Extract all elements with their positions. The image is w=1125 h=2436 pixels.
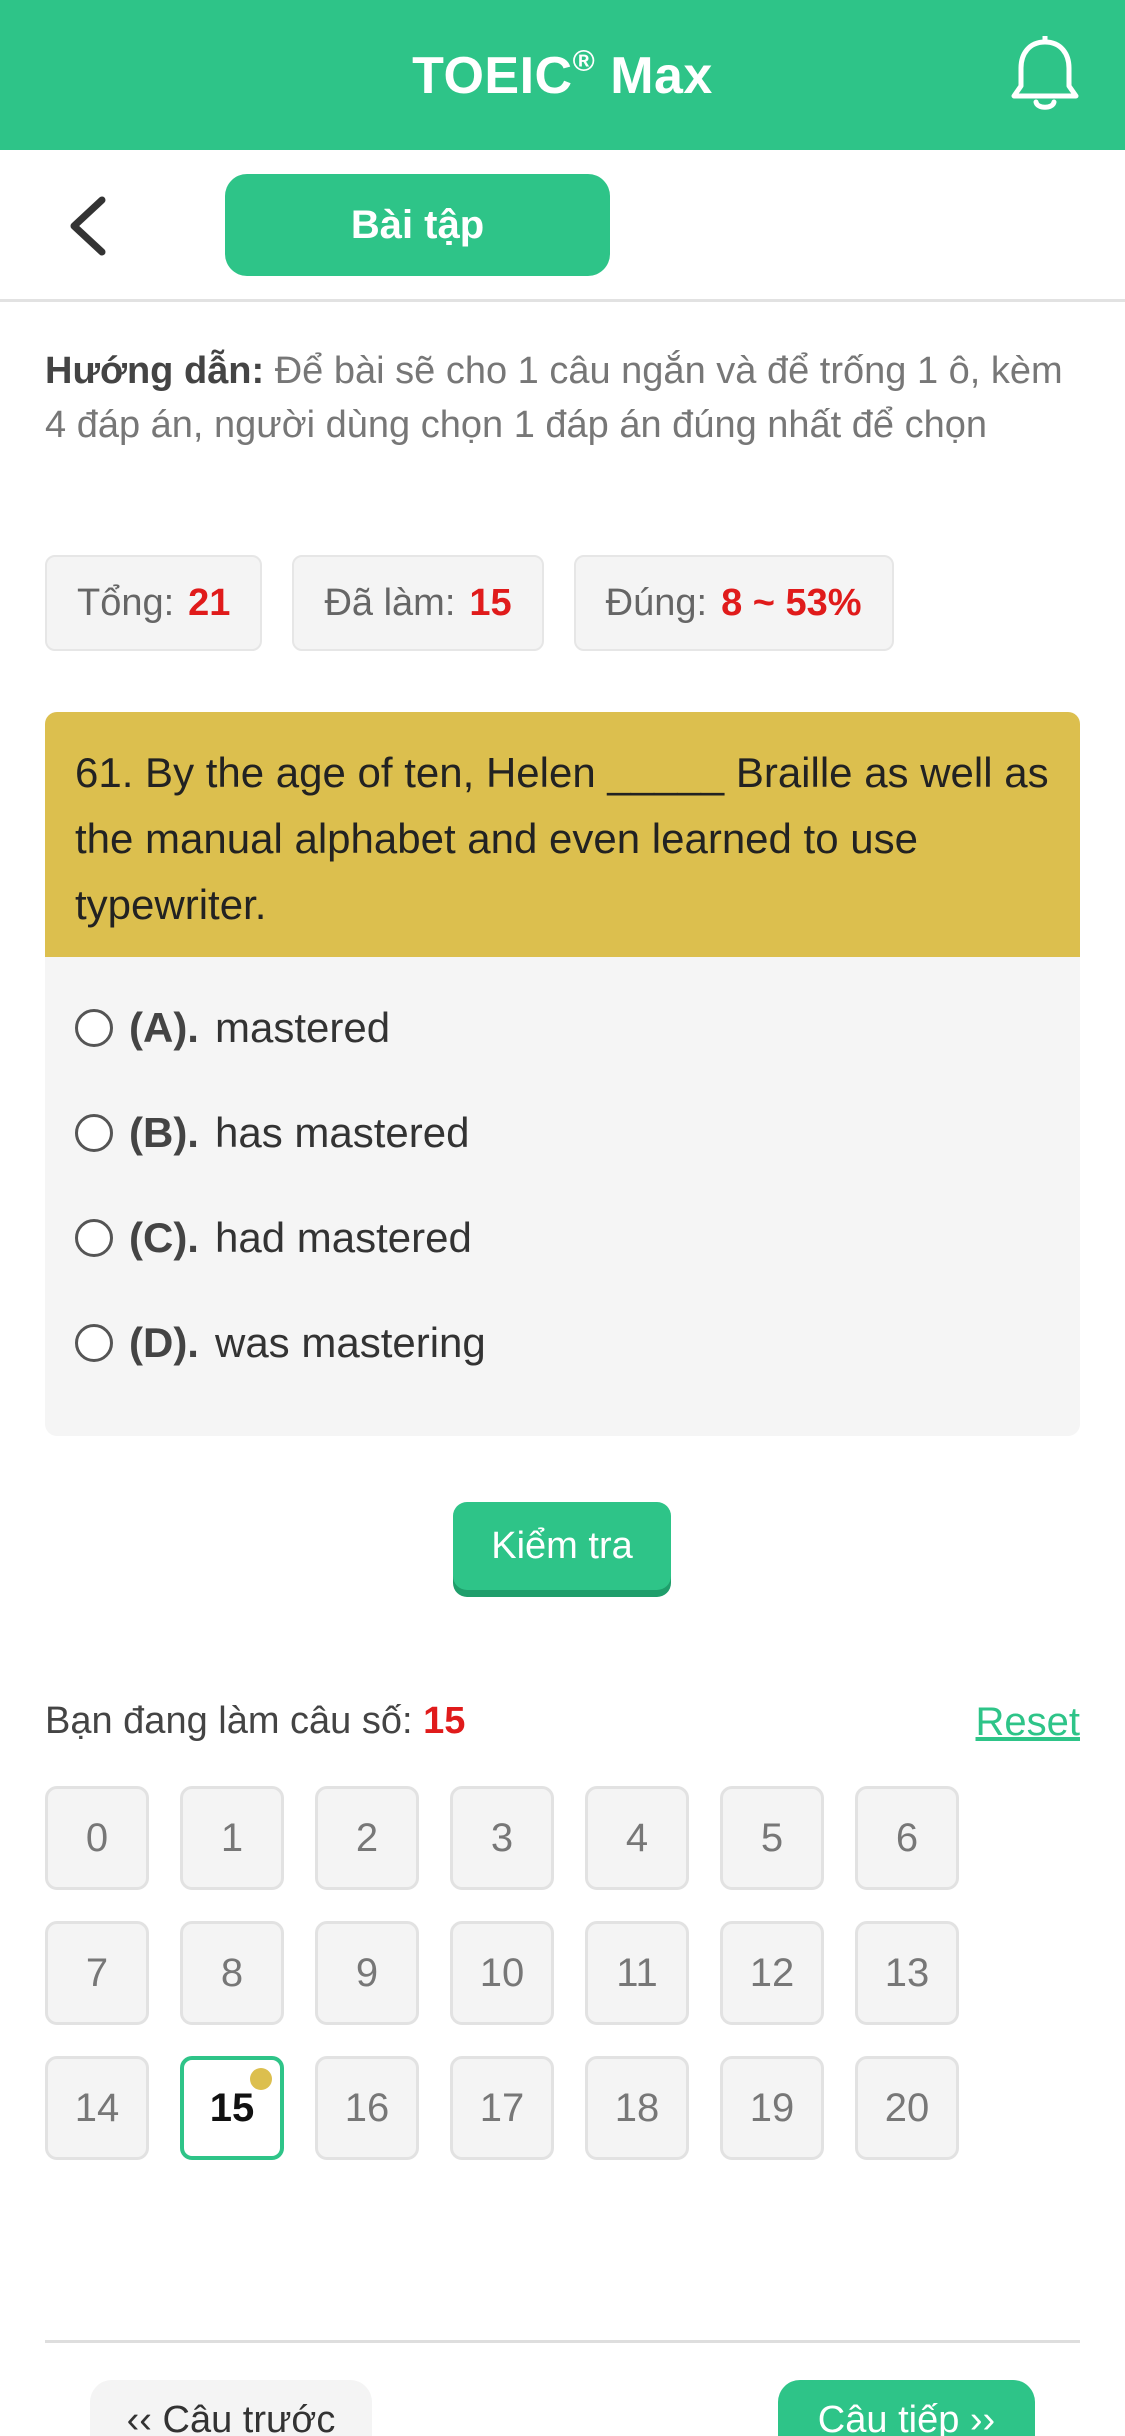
question-number-cell[interactable]: 13 xyxy=(855,1921,959,2025)
radio-button[interactable] xyxy=(75,1218,113,1257)
option-text: has mastered xyxy=(214,1108,470,1156)
current-marker-dot xyxy=(250,2068,272,2090)
option-text: mastered xyxy=(214,1003,391,1051)
question-number-cell[interactable]: 7 xyxy=(45,1921,149,2025)
radio-button[interactable] xyxy=(75,1008,113,1047)
question-number-cell[interactable]: 10 xyxy=(450,1921,554,2025)
app-root: TOEIC® Max Bài tập Hướng dẫn: Để bài sẽ … xyxy=(0,0,1125,2436)
previous-question-button[interactable]: ‹‹ Câu trước xyxy=(90,2380,372,2436)
option-letter: (A). xyxy=(129,1003,199,1051)
question-number-cell[interactable]: 20 xyxy=(855,2056,959,2160)
question-number: 14 xyxy=(74,2085,120,2130)
stat-done-value: 15 xyxy=(469,581,512,624)
progress-label: Bạn đang làm câu số: 15 xyxy=(45,1700,465,1743)
option-b[interactable]: (B). has mastered xyxy=(45,1080,1080,1185)
check-button[interactable]: Kiểm tra xyxy=(453,1502,671,1590)
question-number-cell[interactable]: 12 xyxy=(720,1921,824,2025)
question-number-cell[interactable]: 11 xyxy=(585,1921,689,2025)
question-number-cell[interactable]: 8 xyxy=(180,1921,284,2025)
question-number-cell[interactable]: 6 xyxy=(855,1786,959,1890)
answer-options: (A). mastered (B). has mastered (C). had… xyxy=(45,957,1080,1395)
question-number: 8 xyxy=(220,1950,244,1995)
question-number: 10 xyxy=(479,1950,525,1995)
question-number-cell[interactable]: 15 xyxy=(180,2056,284,2160)
title-mark: ® xyxy=(572,44,596,78)
stat-done: Đã làm: 15 xyxy=(292,555,544,651)
question-number: 15 xyxy=(209,2085,255,2130)
instruction-label: Hướng dẫn: xyxy=(45,350,265,392)
bell-icon[interactable] xyxy=(1009,36,1081,114)
question-number-cell[interactable]: 0 xyxy=(45,1786,149,1890)
option-letter: (B). xyxy=(129,1108,199,1156)
question-number: 17 xyxy=(479,2085,525,2130)
stat-total-label: Tổng: xyxy=(77,581,175,624)
question-number-cell[interactable]: 16 xyxy=(315,2056,419,2160)
question-number: 6 xyxy=(895,1815,919,1860)
question-number: 19 xyxy=(749,2085,795,2130)
next-question-button[interactable]: Câu tiếp ›› xyxy=(778,2380,1035,2436)
option-d[interactable]: (D). was mastering xyxy=(45,1290,1080,1395)
question-number-cell[interactable]: 2 xyxy=(315,1786,419,1890)
current-question-number: 15 xyxy=(423,1700,466,1742)
question-number: 13 xyxy=(884,1950,930,1995)
option-letter: (D). xyxy=(129,1318,199,1366)
stat-correct-label: Đúng: xyxy=(605,581,708,624)
stats-bar: Tổng: 21 Đã làm: 15 Đúng: 8 ~ 53% xyxy=(45,555,894,651)
stat-correct: Đúng: 8 ~ 53% xyxy=(573,555,894,651)
stat-correct-value: 8 ~ 53% xyxy=(721,581,862,624)
question-number-cell[interactable]: 3 xyxy=(450,1786,554,1890)
stat-done-label: Đã làm: xyxy=(324,581,456,624)
question-number-cell[interactable]: 14 xyxy=(45,2056,149,2160)
option-a[interactable]: (A). mastered xyxy=(45,975,1080,1080)
question-number-cell[interactable]: 19 xyxy=(720,2056,824,2160)
question-number: 3 xyxy=(490,1815,514,1860)
question-number: 5 xyxy=(760,1815,784,1860)
question-number: 20 xyxy=(884,2085,930,2130)
question-number: 11 xyxy=(616,1950,658,1995)
question-number: 12 xyxy=(749,1950,795,1995)
question-number: 16 xyxy=(344,2085,390,2130)
divider xyxy=(45,2340,1080,2343)
option-letter: (C). xyxy=(129,1213,199,1261)
question-number-cell[interactable]: 17 xyxy=(450,2056,554,2160)
question-grid: 0 1 2 3 4 5 6 7 8 9 10 11 12 13 14 15 16 17 18 19 20 xyxy=(45,1786,980,2160)
question-number: 2 xyxy=(355,1815,379,1860)
title-main: TOEIC xyxy=(412,46,573,105)
radio-button[interactable] xyxy=(75,1113,113,1152)
question-number-cell[interactable]: 18 xyxy=(585,2056,689,2160)
radio-button[interactable] xyxy=(75,1323,113,1362)
progress-text: Bạn đang làm câu số: xyxy=(45,1700,413,1742)
tab-exercise[interactable]: Bài tập xyxy=(225,174,610,276)
reset-link[interactable]: Reset xyxy=(976,1700,1081,1745)
question-number-cell[interactable]: 1 xyxy=(180,1786,284,1890)
question-text: 61. By the age of ten, Helen _____ Brail… xyxy=(45,712,1080,957)
back-arrow-icon[interactable] xyxy=(60,194,120,258)
question-number: 18 xyxy=(614,2085,660,2130)
question-number: 0 xyxy=(85,1815,109,1860)
stat-total-value: 21 xyxy=(188,581,231,624)
question-card: 61. By the age of ten, Helen _____ Brail… xyxy=(45,712,1080,1436)
sub-navigation: Bài tập xyxy=(0,150,1125,302)
question-number-cell[interactable]: 9 xyxy=(315,1921,419,2025)
question-number-cell[interactable]: 4 xyxy=(585,1786,689,1890)
instruction-text: Hướng dẫn: Để bài sẽ cho 1 câu ngắn và đ… xyxy=(45,344,1085,452)
question-number: 7 xyxy=(85,1950,109,1995)
option-c[interactable]: (C). had mastered xyxy=(45,1185,1080,1290)
stat-total: Tổng: 21 xyxy=(45,555,263,651)
question-number: 9 xyxy=(355,1950,379,1995)
question-number: 4 xyxy=(625,1815,649,1860)
app-title: TOEIC® Max xyxy=(412,45,713,106)
title-suffix: Max xyxy=(610,46,713,105)
option-text: was mastering xyxy=(214,1318,486,1366)
option-text: had mastered xyxy=(214,1213,472,1261)
question-number: 1 xyxy=(220,1815,244,1860)
app-header: TOEIC® Max xyxy=(0,0,1125,150)
question-number-cell[interactable]: 5 xyxy=(720,1786,824,1890)
